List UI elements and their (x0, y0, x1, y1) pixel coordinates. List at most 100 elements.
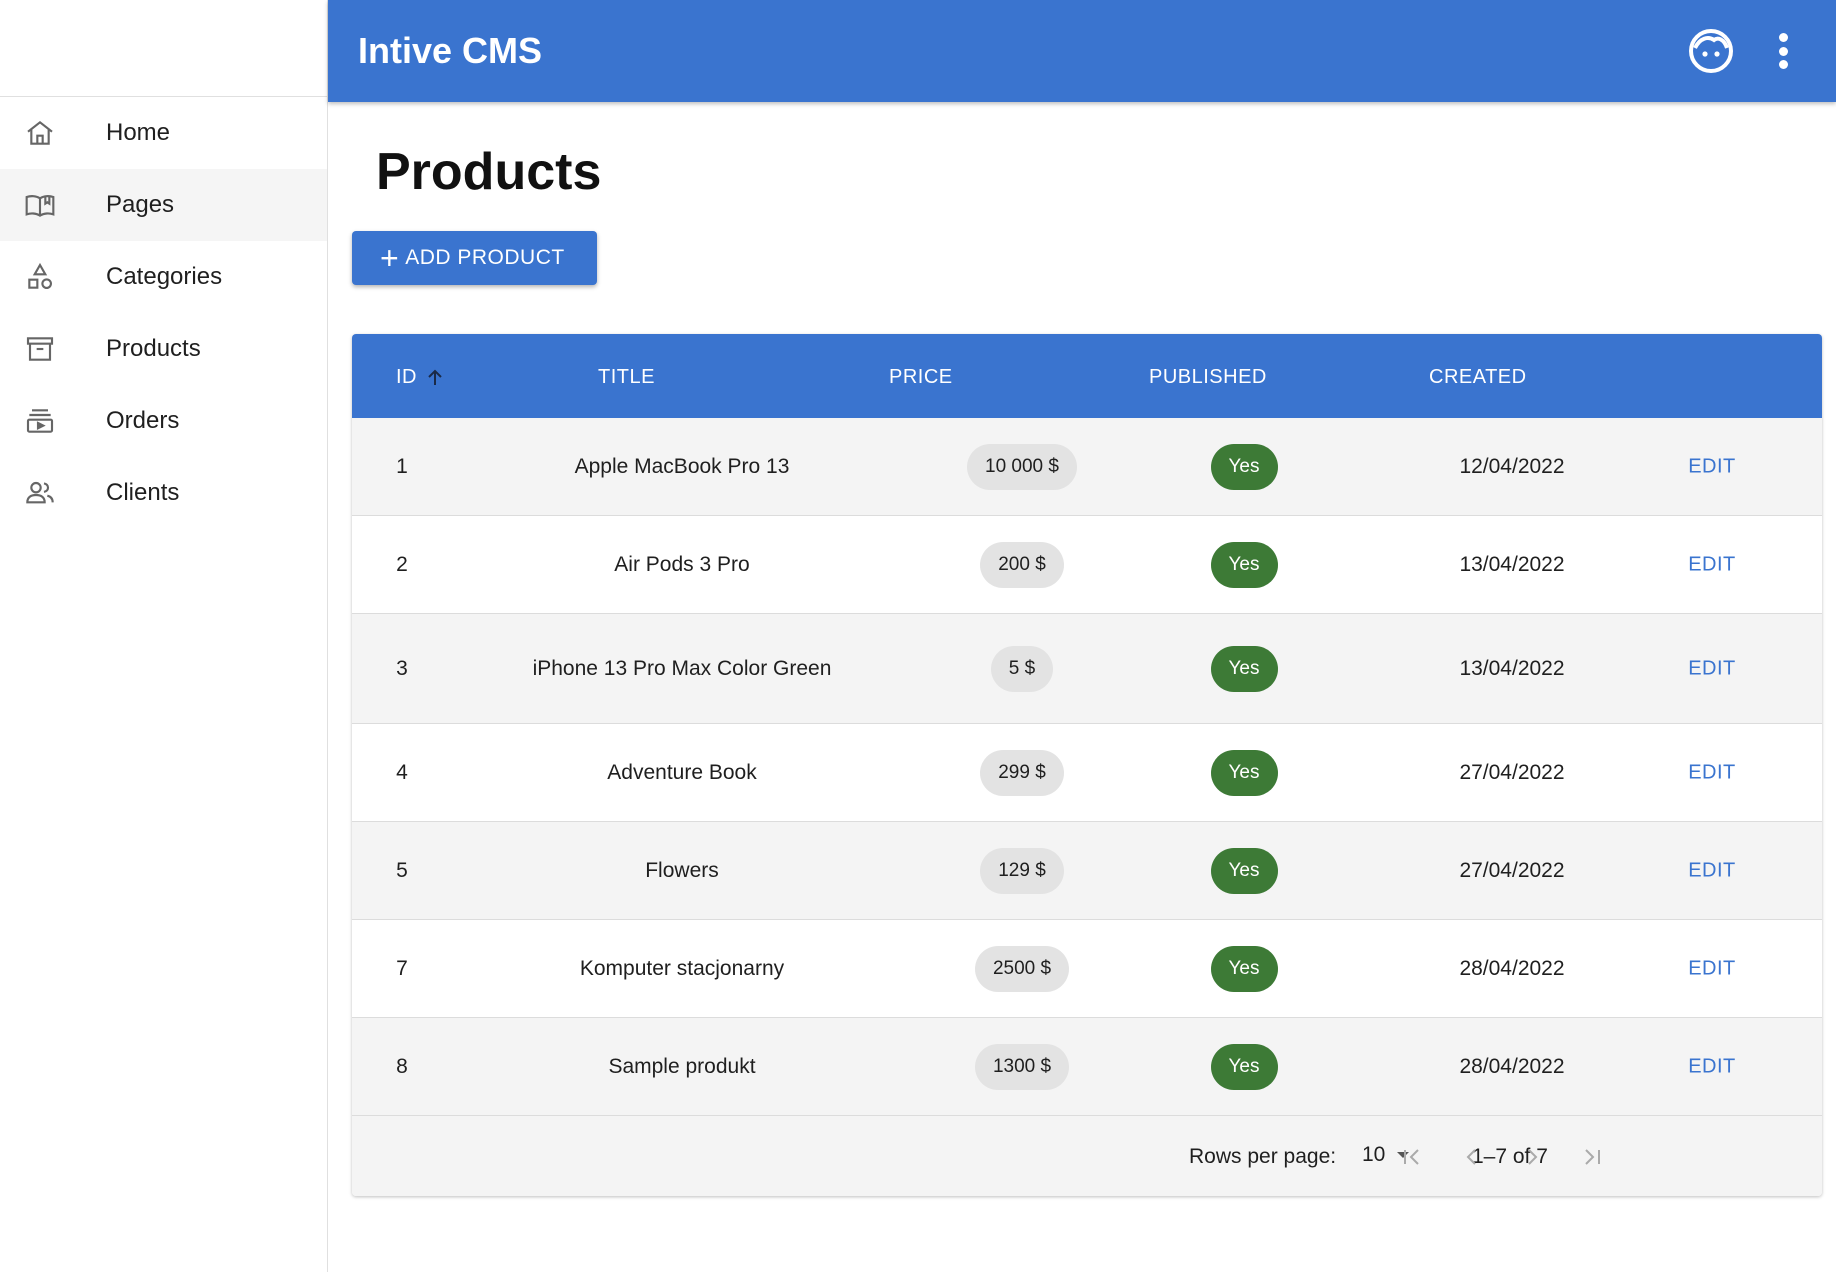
price-chip: 10 000 $ (967, 443, 1077, 490)
column-header-created[interactable]: CREATED (1429, 366, 1527, 389)
sidebar-nav: Home Pages Categories Products Orders Cl… (0, 97, 327, 529)
cell-title: Adventure Book (607, 760, 757, 784)
edit-button[interactable]: EDIT (1652, 455, 1772, 478)
edit-button[interactable]: EDIT (1652, 553, 1772, 576)
cell-published: Yes (1164, 645, 1324, 692)
table-row: 4 Adventure Book 299 $ Yes 27/04/2022 EDIT (352, 724, 1822, 822)
cell-published: Yes (1164, 749, 1324, 796)
previous-page-button[interactable] (1454, 1139, 1490, 1175)
add-product-button[interactable]: + ADD PRODUCT (352, 231, 597, 285)
published-chip: Yes (1210, 1043, 1278, 1090)
sidebar-item-label: Categories (106, 263, 223, 290)
cell-published: Yes (1164, 945, 1324, 992)
cell-created: 27/04/2022 (1459, 858, 1565, 882)
cell-id: 3 (396, 656, 408, 680)
cell-price: 200 $ (892, 541, 1152, 588)
published-chip: Yes (1210, 443, 1278, 490)
cell-price: 5 $ (892, 645, 1152, 692)
edit-button[interactable]: EDIT (1652, 957, 1772, 980)
cell-created: 13/04/2022 (1459, 552, 1565, 576)
column-header-id[interactable]: ID (396, 366, 445, 389)
price-chip: 129 $ (980, 847, 1064, 894)
cell-created: 28/04/2022 (1459, 1054, 1565, 1078)
cell-title: Flowers (645, 858, 719, 882)
sidebar-item-label: Products (106, 335, 201, 362)
more-vert-icon[interactable] (1768, 30, 1798, 72)
cell-price: 129 $ (892, 847, 1152, 894)
column-header-published[interactable]: PUBLISHED (1149, 366, 1267, 389)
table-header: ID TITLE PRICE PUBLISHED CREATED (352, 334, 1822, 418)
price-chip: 299 $ (980, 749, 1064, 796)
sidebar-item-pages[interactable]: Pages (0, 169, 327, 241)
column-header-title[interactable]: TITLE (598, 366, 655, 389)
price-chip: 5 $ (990, 645, 1054, 692)
add-product-label: ADD PRODUCT (405, 246, 565, 269)
account-button[interactable] (1688, 28, 1734, 74)
plus-icon: + (380, 240, 400, 276)
cell-created: 28/04/2022 (1459, 956, 1565, 980)
cell-id: 4 (396, 760, 408, 784)
cell-id: 1 (396, 454, 408, 478)
face-icon (1689, 29, 1733, 73)
table-row: 3 iPhone 13 Pro Max Color Green 5 $ Yes 13/0… (352, 614, 1822, 724)
people-icon (24, 477, 56, 509)
published-chip: Yes (1210, 945, 1278, 992)
cell-id: 5 (396, 858, 408, 882)
cell-published: Yes (1164, 541, 1324, 588)
rows-per-page-label: Rows per page: (1189, 1145, 1337, 1168)
price-chip: 200 $ (980, 541, 1064, 588)
edit-button[interactable]: EDIT (1652, 1055, 1772, 1078)
cell-title: iPhone 13 Pro Max Color Green (532, 656, 832, 680)
table-row: 2 Air Pods 3 Pro 200 $ Yes 13/04/2022 EDIT (352, 516, 1822, 614)
published-chip: Yes (1210, 645, 1278, 692)
cell-created: 12/04/2022 (1459, 454, 1565, 478)
page-title: Products (376, 143, 602, 201)
sidebar-item-categories[interactable]: Categories (0, 241, 327, 313)
published-chip: Yes (1210, 541, 1278, 588)
subscriptions-icon (24, 405, 56, 437)
published-chip: Yes (1210, 847, 1278, 894)
cell-price: 1300 $ (892, 1043, 1152, 1090)
cell-price: 299 $ (892, 749, 1152, 796)
cell-id: 2 (396, 552, 408, 576)
cell-price: 10 000 $ (892, 443, 1152, 490)
cell-created: 13/04/2022 (1459, 656, 1565, 680)
sidebar: Home Pages Categories Products Orders Cl… (0, 0, 328, 1272)
shapes-icon (24, 261, 56, 293)
cell-price: 2500 $ (892, 945, 1152, 992)
table-row: 5 Flowers 129 $ Yes 27/04/2022 EDIT (352, 822, 1822, 920)
sidebar-item-label: Pages (106, 191, 175, 218)
home-icon (24, 117, 56, 149)
edit-button[interactable]: EDIT (1652, 859, 1772, 882)
table-row: 1 Apple MacBook Pro 13 10 000 $ Yes 12/04/20… (352, 418, 1822, 516)
next-page-button[interactable] (1514, 1139, 1550, 1175)
cell-created: 27/04/2022 (1459, 760, 1565, 784)
edit-button[interactable]: EDIT (1652, 657, 1772, 680)
first-page-button[interactable] (1394, 1139, 1430, 1175)
sidebar-item-clients[interactable]: Clients (0, 457, 327, 529)
sidebar-item-label: Orders (106, 407, 180, 434)
chevron-left-icon (1466, 1149, 1476, 1165)
cell-title: Sample produkt (608, 1054, 756, 1078)
sidebar-item-label: Clients (106, 479, 180, 506)
cell-title: Komputer stacjonarny (579, 956, 785, 980)
edit-button[interactable]: EDIT (1652, 761, 1772, 784)
last-page-button[interactable] (1574, 1139, 1610, 1175)
price-chip: 1300 $ (974, 1043, 1070, 1090)
sidebar-item-home[interactable]: Home (0, 97, 327, 169)
column-header-price[interactable]: PRICE (889, 366, 953, 389)
sidebar-item-label: Home (106, 119, 171, 146)
cell-published: Yes (1164, 443, 1324, 490)
price-chip: 2500 $ (974, 945, 1070, 992)
last-page-icon (1585, 1149, 1600, 1165)
cell-published: Yes (1164, 1043, 1324, 1090)
table-row: 7 Komputer stacjonarny 2500 $ Yes 28/04/2022… (352, 920, 1822, 1018)
book-icon (24, 189, 56, 221)
archive-icon (24, 333, 56, 365)
sidebar-item-products[interactable]: Products (0, 313, 327, 385)
sidebar-header (0, 0, 327, 97)
sidebar-item-orders[interactable]: Orders (0, 385, 327, 457)
products-table: ID TITLE PRICE PUBLISHED CREATED 1 Apple … (352, 334, 1822, 1196)
chevron-right-icon (1528, 1149, 1538, 1165)
cell-title: Apple MacBook Pro 13 (574, 454, 790, 478)
